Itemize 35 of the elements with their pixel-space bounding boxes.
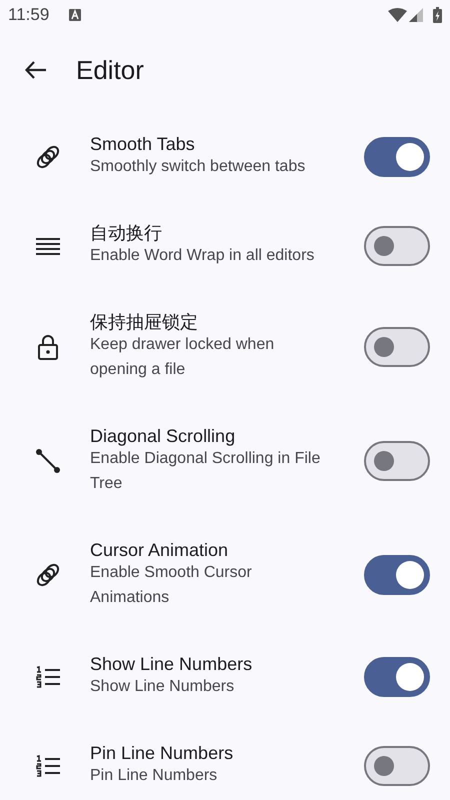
numbered-list-icon [36,754,60,776]
wifi-icon [388,8,407,22]
setting-title: 保持抽屉锁定 [90,312,199,332]
lock-icon [38,334,58,360]
diagonal-line-icon [35,448,61,474]
toggle-switch[interactable] [364,555,430,595]
setting-description: Pin Line Numbers [90,766,218,786]
numbered-list-icon [36,666,60,688]
setting-description: Smoothly switch between tabs [90,157,306,177]
link-rings-icon [35,562,61,588]
setting-description: Enable Diagonal Scrolling in File Tree [90,449,322,494]
toggle-switch[interactable] [364,746,430,786]
link-rings-icon [35,144,61,170]
setting-title: Pin Line Numbers [90,743,234,763]
setting-description: Show Line Numbers [90,677,236,697]
setting-description: Enable Smooth Cursor Animations [90,563,253,608]
toggle-switch[interactable] [364,441,430,481]
setting-title: Show Line Numbers [90,654,254,674]
setting-description: Enable Word Wrap in all editors [90,246,316,266]
back-arrow-icon [25,61,47,79]
toggle-switch[interactable] [364,226,430,266]
notification-icon [69,9,82,21]
setting-title: Diagonal Scrolling [90,426,236,446]
toggle-switch[interactable] [364,656,430,696]
toggle-switch[interactable] [364,327,430,367]
setting-description: Keep drawer locked when opening a file [90,335,276,380]
setting-title: Cursor Animation [90,540,230,560]
toggle-switch[interactable] [364,136,430,176]
status-time: 11:59 [8,4,50,26]
lines-icon [36,236,60,254]
signal-icon [409,8,423,22]
setting-title: 自动换行 [90,223,163,243]
setting-title: Smooth Tabs [90,134,196,154]
screen-title: Editor [76,54,144,86]
battery-icon [433,7,442,23]
